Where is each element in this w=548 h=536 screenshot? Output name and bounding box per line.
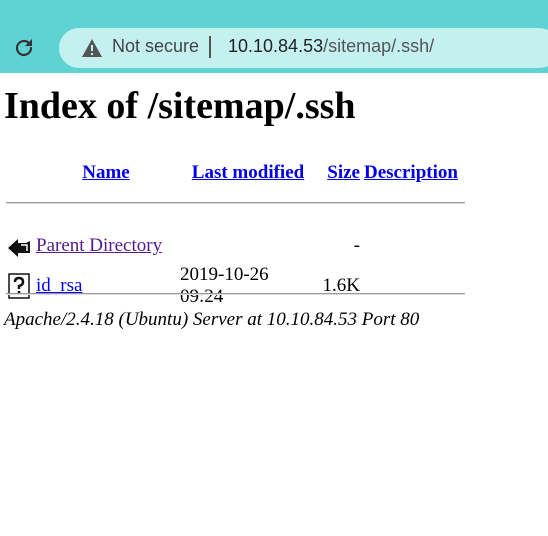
modified-column-header: Last modified	[178, 158, 318, 190]
name-cell: id_rsa	[34, 262, 178, 310]
description-column-header: Description	[362, 158, 460, 190]
row-icon-cell	[4, 262, 34, 310]
page-title: Index of /sitemap/.ssh	[4, 85, 356, 127]
reload-icon[interactable]	[12, 36, 36, 60]
modified-cell	[178, 230, 318, 262]
sort-by-name-link[interactable]: Name	[82, 162, 129, 183]
table-row: id_rsa 2019-10-26 09:24 1.6K	[4, 262, 460, 310]
table-row: Parent Directory -	[4, 230, 460, 262]
sort-by-size-link[interactable]: Size	[327, 162, 360, 183]
icon-column-header	[4, 158, 34, 190]
server-signature: Apache/2.4.18 (Ubuntu) Server at 10.10.8…	[4, 309, 420, 330]
size-cell: -	[353, 235, 360, 256]
description-cell	[362, 230, 460, 262]
description-cell	[362, 262, 460, 310]
address-bar[interactable]: Not secure 10.10.84.53/sitemap/.ssh/	[59, 28, 548, 68]
url-text[interactable]: 10.10.84.53/sitemap/.ssh/	[228, 36, 434, 57]
address-separator	[209, 36, 211, 58]
footer-divider	[6, 293, 465, 295]
size-column-header: Size	[318, 158, 362, 190]
url-path: /sitemap/.ssh/	[323, 36, 435, 56]
directory-listing: Name Last modified Size Description Pare…	[4, 158, 460, 310]
parent-directory-link[interactable]: Parent Directory	[36, 235, 162, 256]
back-icon[interactable]	[6, 233, 32, 259]
browser-toolbar: Not secure 10.10.84.53/sitemap/.ssh/	[0, 0, 548, 73]
row-icon-cell	[4, 230, 34, 262]
name-column-header: Name	[34, 158, 178, 190]
security-label[interactable]: Not secure	[112, 36, 199, 57]
sort-by-modified-link[interactable]: Last modified	[192, 162, 304, 183]
name-cell: Parent Directory	[34, 230, 178, 262]
url-host: 10.10.84.53	[228, 36, 324, 56]
header-row: Name Last modified Size Description	[4, 158, 460, 190]
modified-cell: 2019-10-26 09:24	[180, 264, 269, 307]
header-divider	[6, 202, 465, 204]
warning-icon[interactable]	[81, 38, 103, 58]
size-cell: 1.6K	[322, 275, 360, 296]
sort-by-description-link[interactable]: Description	[364, 162, 458, 183]
unknown-file-icon[interactable]	[6, 273, 32, 299]
